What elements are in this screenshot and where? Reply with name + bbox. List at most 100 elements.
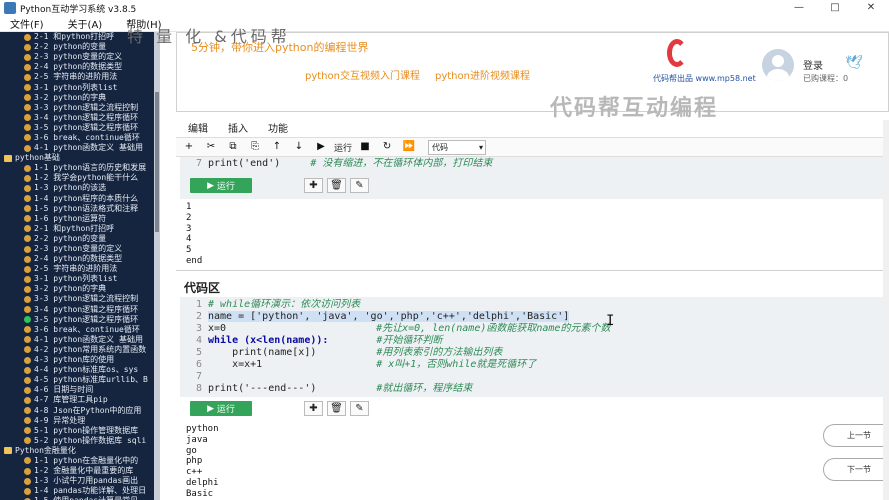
delete-icon[interactable]: 🗑 [327,401,346,416]
cut-button[interactable]: ✂ [202,139,220,155]
delete-icon[interactable]: 🗑 [327,178,346,193]
tree-item[interactable]: 4-1 python函数定义 基础用 [0,335,160,345]
main-scrollbar[interactable] [883,120,889,500]
tree-item[interactable]: 2-5 字符串的进阶用法 [0,264,160,274]
avatar[interactable] [762,49,794,81]
tree-item[interactable]: 1-6 python运算符 [0,214,160,224]
tree-category[interactable]: Python金融量化 [0,446,160,456]
tree-item[interactable]: 1-2 金融量化中最重要的库 [0,466,160,476]
cell-1-run-button[interactable]: ▶ 运行 [190,178,252,193]
tree-item[interactable]: 1-5 使用pandas计算最常见 [0,496,160,500]
clear-output-icon[interactable]: ✎ [350,401,369,416]
lesson-icon [24,437,31,445]
paste-button[interactable]: ⎘ [246,139,264,155]
tree-item[interactable]: 1-1 python语言的历史和发展 [0,163,160,173]
tree-item[interactable]: 2-3 python变量的定义 [0,244,160,254]
tree-item[interactable]: 2-4 python的数据类型 [0,62,160,72]
add-cell-button[interactable]: + [180,139,198,155]
move-down-button[interactable]: ↓ [290,139,308,155]
tree-item[interactable]: 4-4 python标准库os、sys [0,365,160,375]
tree-item[interactable]: 3-3 python逻辑之流程控制 [0,294,160,304]
tree-item[interactable]: 3-3 python逻辑之流程控制 [0,103,160,113]
tree-item[interactable]: 4-8 Json在Python中的应用 [0,405,160,415]
tree-item[interactable]: 3-2 python的字典 [0,93,160,103]
code-line: 2 name = ['python', 'java', 'go','php','c… [180,311,570,323]
tree-item[interactable]: 4-2 python常用系统内置函数 [0,345,160,355]
link-advanced-course[interactable]: python进阶视频课程 [435,67,530,82]
move-up-button[interactable]: ↑ [268,139,286,155]
tree-item[interactable]: 2-3 python变量的定义 [0,52,160,62]
next-section-button[interactable]: 下一节 [823,458,889,481]
tree-item[interactable]: 4-6 日期与时间 [0,385,160,395]
maximize-button[interactable]: □ [817,0,853,16]
add-below-icon[interactable]: ✚ [304,401,323,416]
cell-2-run-button[interactable]: ▶ 运行 [190,401,252,416]
lesson-icon [24,336,31,344]
banner: 特 量 化 &代码帮 5分钟，带你进入python的编程世界 python交互视… [127,27,889,112]
output-line: 2 [186,212,192,223]
clear-output-icon[interactable]: ✎ [350,178,369,193]
tree-item[interactable]: 3-5 python逻辑之程序循环 [0,123,160,133]
tree-item[interactable]: 1-4 pandas功能详解、处理日 [0,486,160,496]
lesson-icon [24,306,31,314]
output-line: 4 [186,234,192,245]
copy-button[interactable]: ⧉ [224,139,242,155]
run-icon[interactable]: ▶ [312,139,330,155]
output-line: 5 [186,245,192,256]
code-cell-2[interactable]: 1 # while循环演示：依次访问列表 2 name = ['python', 'j… [180,297,885,397]
close-button[interactable]: ✕ [853,0,889,16]
output-line: delphi [186,477,219,488]
tree-item[interactable]: 4-5 python标准库urllib、B [0,375,160,385]
lesson-icon [24,427,31,435]
tree-item[interactable]: 4-9 异常处理 [0,416,160,426]
tree-item[interactable]: 3-1 python列表list [0,274,160,284]
toolbar-run-button[interactable]: 运行 [334,141,352,154]
tab-edit[interactable]: 编辑 [188,120,208,135]
tab-function[interactable]: 功能 [268,120,288,135]
tree-item[interactable]: 3-6 break、continue循环 [0,133,160,143]
tree-item-label: 3-4 python逻辑之程序循环 [34,304,139,314]
restart-icon[interactable]: ↻ [378,139,396,155]
tree-item[interactable]: 2-1 和python打招呼 [0,224,160,234]
tree-item[interactable]: 3-4 python逻辑之程序循环 [0,305,160,315]
tree-category[interactable]: python基础 [0,153,160,163]
stop-icon[interactable]: ■ [356,139,374,155]
tree-item[interactable]: 3-6 break、continue循环 [0,325,160,335]
course-tree[interactable]: 2-1 和python打招呼 2-2 python的变量 2-3 python变量的… [0,32,160,500]
tree-scrollbar-thumb[interactable] [155,92,159,232]
code-line: 7 print('end') # 没有缩进，不在循环体内部，打印结束 [180,158,492,170]
prev-section-button[interactable]: 上一节 [823,424,889,447]
tree-item[interactable]: 1-2 我学会python能干什么 [0,173,160,183]
tree-item[interactable]: 1-4 python程序的本质什么 [0,194,160,204]
tree-item[interactable]: 2-4 python的数据类型 [0,254,160,264]
tree-item[interactable]: 3-5 python逻辑之程序循环 [0,315,160,325]
code-comment: #开始循环判断 [376,335,443,346]
tab-insert[interactable]: 插入 [228,120,248,135]
menu-file[interactable]: 文件(F) [10,16,44,31]
tree-item[interactable]: 3-4 python逻辑之程序循环 [0,113,160,123]
login-link[interactable]: 登录 [803,57,823,72]
tree-item[interactable]: 4-1 python函数定义 基础用 [0,143,160,153]
add-below-icon[interactable]: ✚ [304,178,323,193]
link-basic-course[interactable]: python交互视频入门课程 [305,67,420,82]
cell-type-select[interactable]: 代码 [428,139,487,155]
tree-item[interactable]: 1-5 python语法格式和注释 [0,204,160,214]
notebook-toolbar: + ✂ ⧉ ⎘ ↑ ↓ ▶ 运行 ■ ↻ ⏩ 代码 [176,137,889,157]
tree-item[interactable]: 3-2 python的字典 [0,284,160,294]
code-line: 5 print(name[x]) #用列表索引的方法输出列表 [180,347,502,359]
tree-item[interactable]: 3-1 python列表list [0,82,160,92]
tree-scrollbar[interactable] [154,32,160,500]
minimize-button[interactable]: — [781,0,817,16]
tree-item[interactable]: 4-3 python库的使用 [0,355,160,365]
tree-item[interactable]: 1-3 小试牛刀用pandas画出 [0,476,160,486]
tree-item[interactable]: 1-1 python在金融量化中的 [0,456,160,466]
tree-item[interactable]: 4-7 库管理工具pip [0,395,160,405]
lesson-icon [24,407,31,415]
fast-forward-icon[interactable]: ⏩ [400,139,418,155]
tree-item[interactable]: 5-1 python操作管理数据库 [0,426,160,436]
tree-item[interactable]: 2-2 python的变量 [0,234,160,244]
tree-item[interactable]: 2-5 字符串的进阶用法 [0,72,160,82]
tree-item[interactable]: 5-2 python操作数据库 sqli [0,436,160,446]
tree-item[interactable]: 1-3 python的该选 [0,183,160,193]
menu-about[interactable]: 关于(A) [68,16,103,31]
